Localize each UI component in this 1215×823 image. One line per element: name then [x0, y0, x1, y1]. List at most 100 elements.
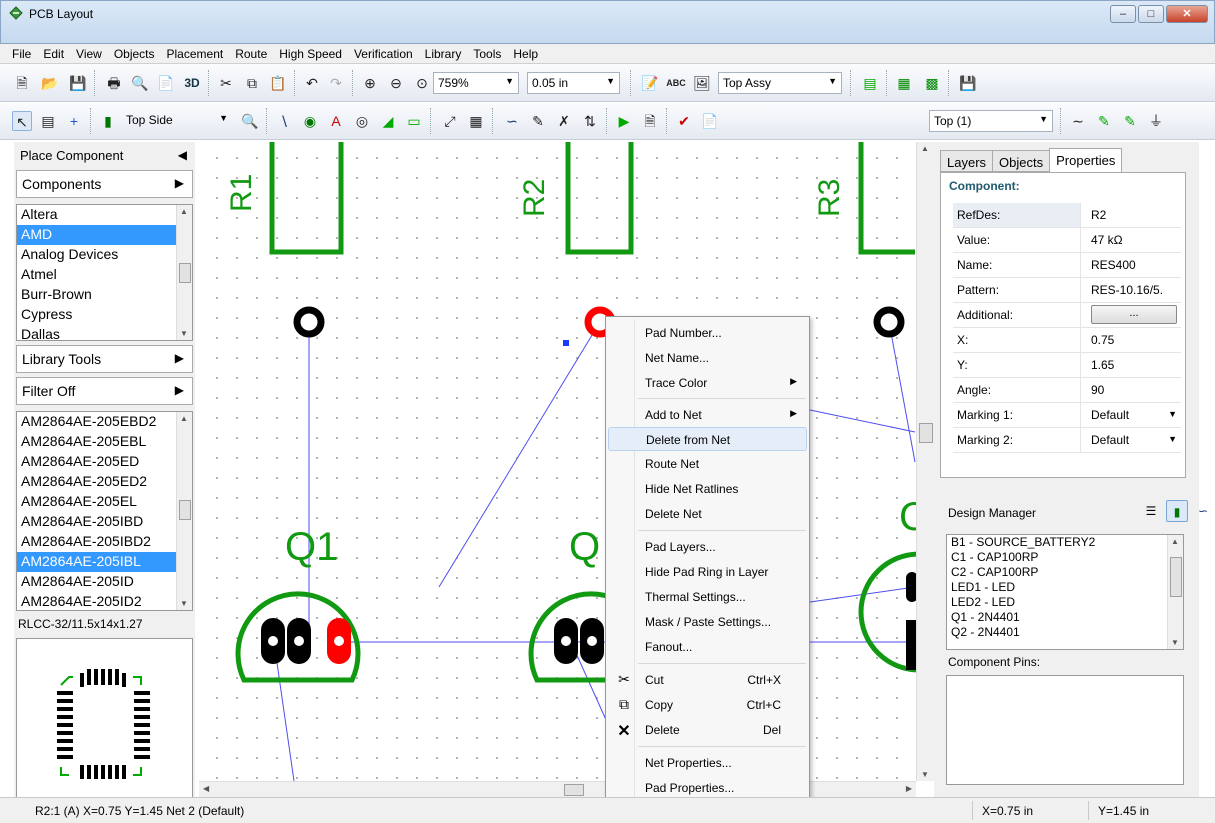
list-item[interactable]: Q2 - 2N4401 — [947, 625, 1183, 640]
drc-check-icon[interactable]: ✔ — [674, 111, 694, 131]
menu-item-hide-net-ratlines[interactable]: Hide Net Ratlines — [608, 477, 807, 501]
prop-value[interactable]: RES400 — [1087, 253, 1181, 277]
menu-item-delete-net[interactable]: Delete Net — [608, 502, 807, 526]
list-item[interactable]: B1 - SOURCE_BATTERY2 — [947, 535, 1183, 550]
prop-row-marking1[interactable]: Marking 1: Default ▼ — [953, 403, 1181, 428]
new-file-icon[interactable]: 🗎 — [12, 73, 32, 93]
drc-report-icon[interactable]: 📄 — [700, 111, 720, 131]
menu-item-pad-layers[interactable]: Pad Layers... — [608, 535, 807, 559]
prop-value[interactable]: R2 — [1087, 203, 1181, 227]
copy-icon[interactable]: ⧉ — [242, 73, 262, 93]
output-icon[interactable]: 🗎 — [640, 111, 660, 131]
menu-item-net-properties[interactable]: Net Properties... — [608, 751, 807, 775]
menu-item-delete[interactable]: ✕ Delete Del — [608, 718, 807, 742]
menu-placement[interactable]: Placement — [161, 44, 230, 63]
list-item[interactable]: AM2864AE-205ED2 — [17, 472, 192, 492]
assembly-combo[interactable]: Top Assy ▼ — [718, 72, 842, 94]
tab-objects[interactable]: Objects — [992, 150, 1051, 172]
tab-properties[interactable]: Properties — [1049, 148, 1123, 174]
prop-row-pattern[interactable]: Pattern: RES-10.16/5. — [953, 278, 1181, 303]
redo-icon[interactable]: ↷ — [326, 73, 346, 93]
export-icon[interactable]: 💾 — [958, 73, 978, 93]
list-item[interactable]: C2 - CAP100RP — [947, 565, 1183, 580]
fanout-icon[interactable]: ⇅ — [580, 111, 600, 131]
pad-r1-1[interactable] — [293, 306, 325, 338]
link-icon[interactable]: ∼ — [1068, 111, 1088, 131]
prop-row-name[interactable]: Name: RES400 — [953, 253, 1181, 278]
layer-down-icon[interactable]: ✎ — [1120, 111, 1140, 131]
prop-row-refdes[interactable]: RefDes: R2 — [953, 203, 1181, 228]
print-icon[interactable]: 🖶 — [104, 73, 124, 93]
prop-value[interactable]: 1.65 — [1087, 353, 1181, 377]
manufacturer-list[interactable]: Altera AMD Analog Devices Atmel Burr-Bro… — [16, 204, 193, 341]
menu-verification[interactable]: Verification — [348, 44, 419, 63]
list-item[interactable]: AM2864AE-205EL — [17, 492, 192, 512]
design-manager-scrollbar[interactable]: ▲ ▼ — [1167, 535, 1183, 649]
open-folder-icon[interactable]: 📂 — [40, 73, 60, 93]
selection-handle[interactable] — [563, 340, 569, 346]
text-tool-icon[interactable]: ABC — [666, 73, 686, 93]
grid-combo[interactable]: 0.05 in ▼ — [527, 72, 620, 94]
list-item[interactable]: LED2 - LED — [947, 595, 1183, 610]
run-icon[interactable]: ▶ — [614, 111, 634, 131]
menu-objects[interactable]: Objects — [108, 44, 161, 63]
menu-edit[interactable]: Edit — [37, 44, 70, 63]
tree-view-icon[interactable]: ☰ — [1140, 500, 1162, 522]
list-item-selected[interactable]: AMD — [17, 225, 192, 245]
list-item[interactable]: Dallas — [17, 325, 192, 340]
menu-item-mask-paste-settings[interactable]: Mask / Paste Settings... — [608, 610, 807, 634]
hole-icon[interactable]: ◎ — [352, 111, 372, 131]
additional-button[interactable]: ... — [1091, 305, 1177, 324]
schematic-icon[interactable]: ▤ — [860, 73, 880, 93]
place-component-header[interactable]: Place Component ◀ — [16, 144, 193, 168]
menu-item-fanout[interactable]: Fanout... — [608, 635, 807, 659]
save-icon[interactable]: 💾 — [68, 73, 88, 93]
list-item[interactable]: AM2864AE-205IBD — [17, 512, 192, 532]
menu-view[interactable]: View — [70, 44, 108, 63]
part-list[interactable]: AM2864AE-205EBD2 AM2864AE-205EBL AM2864A… — [16, 411, 193, 611]
list-item[interactable]: AM2864AE-205EBD2 — [17, 412, 192, 432]
list-item[interactable]: C1 - CAP100RP — [947, 550, 1183, 565]
zoom-in-icon[interactable]: ⊕ — [360, 73, 380, 93]
crosshair-icon[interactable]: + — [64, 111, 84, 131]
menu-help[interactable]: Help — [507, 44, 544, 63]
cut-icon[interactable]: ✂ — [216, 73, 236, 93]
list-item[interactable]: AM2864AE-205ED — [17, 452, 192, 472]
component-icon[interactable]: ▮ — [98, 111, 118, 131]
zoom-fit-icon[interactable]: ⊙ — [412, 73, 432, 93]
library-icon[interactable]: ▦ — [894, 73, 914, 93]
component-pins-list[interactable] — [946, 675, 1184, 785]
dimension-icon[interactable]: ⤢ — [440, 111, 460, 131]
layer-up-icon[interactable]: ✎ — [1094, 111, 1114, 131]
text-icon[interactable]: A — [326, 111, 346, 131]
net-view-icon[interactable]: ∽ — [1192, 500, 1214, 522]
list-item[interactable]: AM2864AE-205EBL — [17, 432, 192, 452]
menu-item-cut[interactable]: ✂ Cut Ctrl+X — [608, 668, 807, 692]
prop-value[interactable]: 47 kΩ — [1087, 228, 1181, 252]
menu-item-hide-pad-ring[interactable]: Hide Pad Ring in Layer — [608, 560, 807, 584]
components-button[interactable]: Components ▶ — [16, 170, 193, 198]
view-3d-button[interactable]: 3D — [182, 73, 202, 93]
design-manager-list[interactable]: B1 - SOURCE_BATTERY2 C1 - CAP100RP C2 - … — [946, 534, 1184, 650]
minimize-button[interactable]: – — [1110, 5, 1136, 23]
prop-value[interactable]: 0.75 — [1087, 328, 1181, 352]
polygon-icon[interactable]: ▭ — [404, 111, 424, 131]
report-icon[interactable]: 📄 — [156, 73, 176, 93]
menu-item-pad-number[interactable]: Pad Number... — [608, 321, 807, 345]
list-item[interactable]: AM2864AE-205IBD2 — [17, 532, 192, 552]
prop-select[interactable]: Default ▼ — [1087, 428, 1181, 452]
autoroute-icon[interactable]: ✎ — [528, 111, 548, 131]
menu-high-speed[interactable]: High Speed — [273, 44, 348, 63]
menu-item-thermal-settings[interactable]: Thermal Settings... — [608, 585, 807, 609]
menu-route[interactable]: Route — [229, 44, 273, 63]
menu-item-copy[interactable]: ⧉ Copy Ctrl+C — [608, 693, 807, 717]
menu-tools[interactable]: Tools — [467, 44, 507, 63]
pad-r3-1[interactable] — [873, 306, 905, 338]
copper-pour-icon[interactable]: ◢ — [378, 111, 398, 131]
zoom-combo[interactable]: 759% ▼ — [433, 72, 519, 94]
library-tools-button[interactable]: Library Tools ▶ — [16, 345, 193, 373]
list-item[interactable]: Burr-Brown — [17, 285, 192, 305]
menu-item-add-to-net[interactable]: Add to Net ▶ — [608, 403, 807, 427]
prop-value[interactable]: 90 — [1087, 378, 1181, 402]
layer-combo[interactable]: Top (1) ▼ — [929, 110, 1053, 132]
